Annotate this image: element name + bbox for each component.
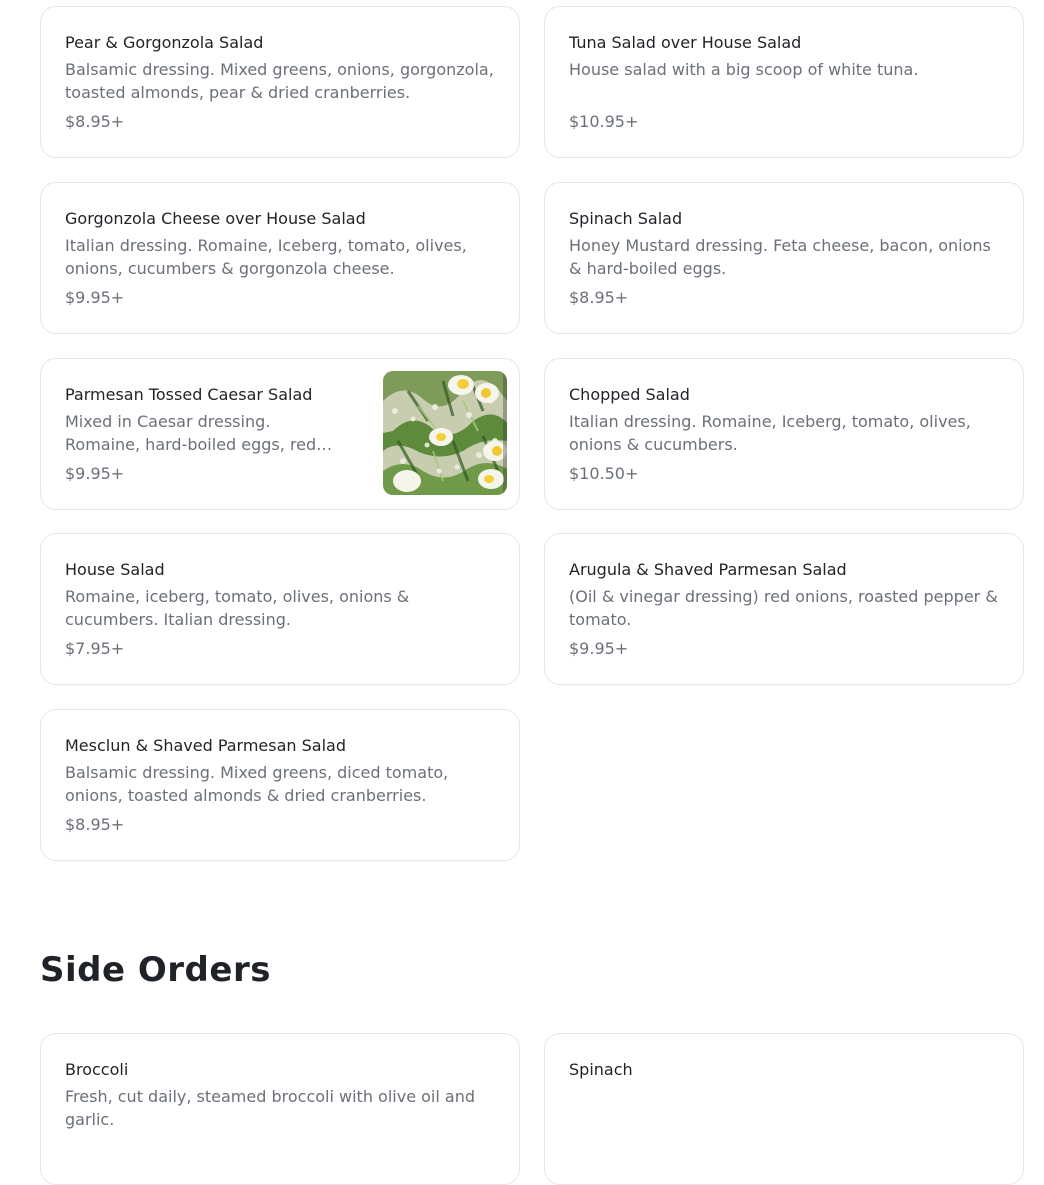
menu-item-description: Italian dressing. Romaine, Iceberg, toma…: [569, 412, 971, 454]
menu-item-title: Parmesan Tossed Caesar Salad: [65, 385, 313, 404]
menu-item-title: Chopped Salad: [569, 385, 690, 404]
menu-item-description: Balsamic dressing. Mixed greens, onions,…: [65, 60, 494, 102]
section-heading-side-orders: Side Orders: [40, 950, 271, 990]
menu-item-body: Arugula & Shaved Parmesan Salad (Oil & v…: [569, 560, 999, 659]
menu-item-body: Spinach Salad Honey Mustard dressing. Fe…: [569, 209, 999, 308]
menu-item-title: Pear & Gorgonzola Salad: [65, 33, 264, 52]
caesar-salad-photo: [383, 371, 507, 495]
menu-item-description: [569, 1086, 999, 1131]
menu-item-description: (Oil & vinegar dressing) red onions, roa…: [569, 587, 998, 629]
menu-item-title: Gorgonzola Cheese over House Salad: [65, 209, 366, 228]
menu-item-card-spinach[interactable]: Spinach: [544, 1033, 1024, 1185]
menu-item-price: $9.95+: [65, 288, 125, 307]
menu-item-price: $9.95+: [569, 639, 629, 658]
menu-item-body: Gorgonzola Cheese over House Salad Itali…: [65, 209, 495, 308]
menu-item-price: $10.95+: [569, 112, 639, 131]
menu-item-title: Mesclun & Shaved Parmesan Salad: [65, 736, 347, 755]
menu-item-card-pear-gorgonzola-salad[interactable]: Pear & Gorgonzola Salad Balsamic dressin…: [40, 6, 520, 158]
menu-item-card-mesclun-parmesan-salad[interactable]: Mesclun & Shaved Parmesan Salad Balsamic…: [40, 709, 520, 861]
menu-item-body: House Salad Romaine, iceberg, tomato, ol…: [65, 560, 495, 659]
menu-item-body: Spinach: [569, 1060, 999, 1131]
menu-item-description: Romaine, iceberg, tomato, olives, onions…: [65, 587, 410, 629]
menu-item-title: Tuna Salad over House Salad: [569, 33, 802, 52]
menu-item-title: Spinach Salad: [569, 209, 683, 228]
menu-item-card-chopped-salad[interactable]: Chopped Salad Italian dressing. Romaine,…: [544, 358, 1024, 510]
menu-item-description: Balsamic dressing. Mixed greens, diced t…: [65, 763, 449, 805]
menu-item-description: Fresh, cut daily, steamed broccoli with …: [65, 1087, 475, 1129]
menu-item-body: Tuna Salad over House Salad House salad …: [569, 33, 999, 132]
menu-item-title: Arugula & Shaved Parmesan Salad: [569, 560, 847, 579]
menu-item-body: Parmesan Tossed Caesar Salad Mixed in Ca…: [65, 385, 347, 484]
menu-item-price: $8.95+: [569, 288, 629, 307]
menu-item-title: House Salad: [65, 560, 165, 579]
menu-item-card-tuna-salad[interactable]: Tuna Salad over House Salad House salad …: [544, 6, 1024, 158]
menu-item-description: Italian dressing. Romaine, Iceberg, toma…: [65, 236, 467, 278]
menu-item-title: Spinach: [569, 1060, 633, 1079]
menu-item-description: Honey Mustard dressing. Feta cheese, bac…: [569, 236, 991, 278]
menu-item-body: Broccoli Fresh, cut daily, steamed brocc…: [65, 1060, 495, 1131]
menu-item-price: $8.95+: [65, 815, 125, 834]
menu-item-card-caesar-salad[interactable]: Parmesan Tossed Caesar Salad Mixed in Ca…: [40, 358, 520, 510]
menu-item-price: $10.50+: [569, 464, 639, 483]
menu-item-description: Mixed in Caesar dressing. Romaine, hard-…: [65, 412, 333, 454]
menu-item-body: Pear & Gorgonzola Salad Balsamic dressin…: [65, 33, 495, 132]
menu-item-title: Broccoli: [65, 1060, 129, 1079]
menu-item-price: $7.95+: [65, 639, 125, 658]
menu-item-price: $9.95+: [65, 464, 125, 483]
menu-item-card-house-salad[interactable]: House Salad Romaine, iceberg, tomato, ol…: [40, 533, 520, 685]
menu-item-card-spinach-salad[interactable]: Spinach Salad Honey Mustard dressing. Fe…: [544, 182, 1024, 334]
menu-item-card-arugula-parmesan-salad[interactable]: Arugula & Shaved Parmesan Salad (Oil & v…: [544, 533, 1024, 685]
menu-item-card-gorgonzola-house-salad[interactable]: Gorgonzola Cheese over House Salad Itali…: [40, 182, 520, 334]
menu-item-body: Chopped Salad Italian dressing. Romaine,…: [569, 385, 999, 484]
menu-item-description: House salad with a big scoop of white tu…: [569, 60, 919, 79]
menu-item-body: Mesclun & Shaved Parmesan Salad Balsamic…: [65, 736, 495, 835]
menu-item-price: $8.95+: [65, 112, 125, 131]
menu-item-card-broccoli[interactable]: Broccoli Fresh, cut daily, steamed brocc…: [40, 1033, 520, 1185]
